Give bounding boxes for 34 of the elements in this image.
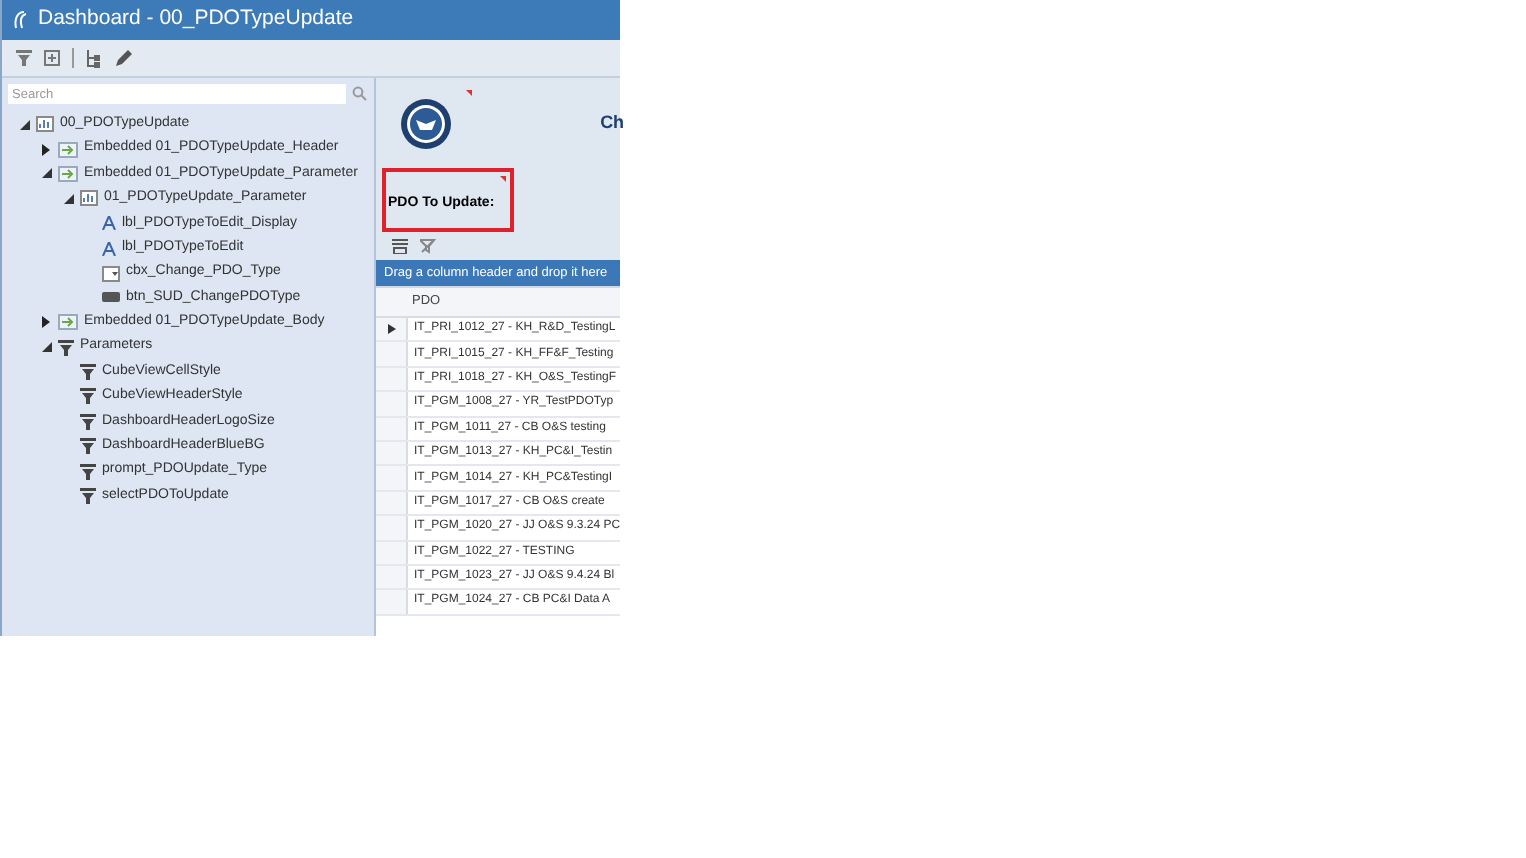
embed-icon xyxy=(58,314,78,331)
corner-marker-icon xyxy=(466,90,472,96)
window-title: Dashboard - 00_PDOTypeUpdate xyxy=(38,4,354,35)
expander-icon[interactable] xyxy=(40,341,52,354)
header-title: Ch xyxy=(600,109,625,136)
funnel-icon xyxy=(80,488,96,505)
grid-settings-icon[interactable] xyxy=(44,50,60,66)
pencil-icon[interactable] xyxy=(114,49,132,67)
filter-icon[interactable] xyxy=(16,50,32,66)
expander-icon[interactable] xyxy=(40,316,52,329)
expander-icon[interactable] xyxy=(40,167,52,180)
funnel-icon xyxy=(80,364,96,381)
hierarchy-icon[interactable] xyxy=(86,49,102,67)
funnel-icon xyxy=(80,463,96,480)
button-icon xyxy=(102,292,120,303)
funnel-icon xyxy=(80,413,96,430)
funnel-icon xyxy=(80,388,96,405)
clear-filter-icon[interactable] xyxy=(420,238,436,254)
letter-a-icon xyxy=(102,241,116,256)
app-logo-icon xyxy=(10,10,30,30)
letter-a-icon xyxy=(102,216,116,231)
seal-logo-icon xyxy=(400,97,452,149)
corner-marker-icon xyxy=(500,176,506,182)
expander-icon[interactable] xyxy=(40,143,52,156)
embed-icon xyxy=(58,141,78,158)
expander-icon[interactable] xyxy=(62,192,74,205)
funnel-icon xyxy=(58,339,74,356)
embed-icon xyxy=(58,165,78,182)
funnel-icon xyxy=(80,438,96,455)
column-chooser-icon[interactable] xyxy=(392,238,408,254)
dashboard-icon xyxy=(80,190,98,207)
dashboard-icon xyxy=(36,116,54,133)
combobox-icon xyxy=(102,265,120,282)
expander-icon[interactable] xyxy=(18,118,30,131)
